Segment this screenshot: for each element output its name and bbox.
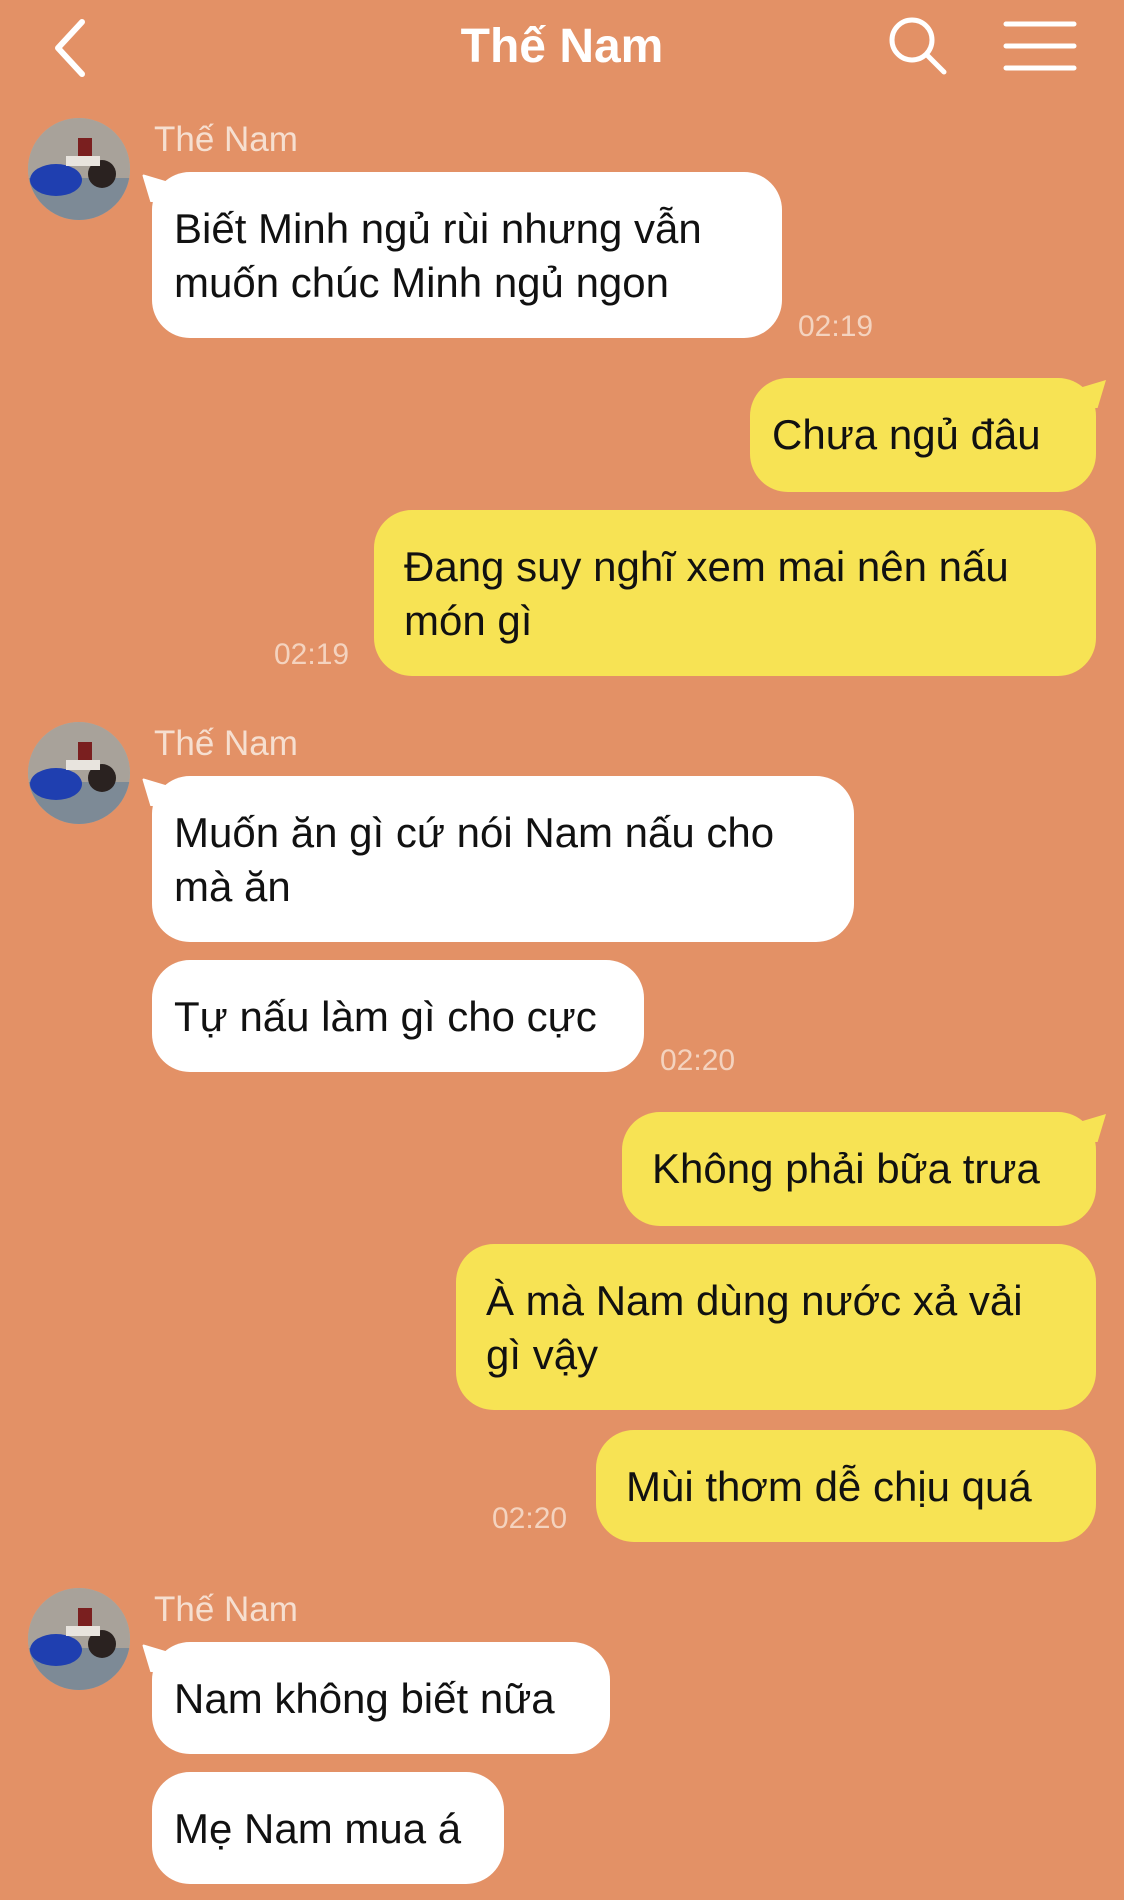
message-bubble-incoming[interactable]: Nam không biết nữa xyxy=(152,1642,610,1754)
avatar[interactable] xyxy=(28,118,130,220)
search-button[interactable] xyxy=(886,14,950,78)
avatar[interactable] xyxy=(28,1588,130,1690)
menu-button[interactable] xyxy=(1000,14,1080,78)
message-time: 02:19 xyxy=(798,310,874,343)
avatar-photo xyxy=(28,1588,130,1690)
avatar-photo xyxy=(28,118,130,220)
avatar[interactable] xyxy=(28,722,130,824)
message-bubble-outgoing[interactable]: Chưa ngủ đâu xyxy=(750,378,1096,492)
message-bubble-outgoing[interactable]: Đang suy nghĩ xem mai nên nấu món gì xyxy=(374,510,1096,676)
sender-name: Thế Nam xyxy=(154,1590,298,1629)
search-icon xyxy=(889,17,947,75)
message-bubble-incoming[interactable]: Mẹ Nam mua á xyxy=(152,1772,504,1884)
message-time: 02:19 xyxy=(274,638,350,671)
chat-title: Thế Nam xyxy=(460,20,664,73)
message-bubble-outgoing[interactable]: À mà Nam dùng nước xả vải gì vậy xyxy=(456,1244,1096,1410)
message-bubble-incoming[interactable]: Muốn ăn gì cứ nói Nam nấu cho mà ăn xyxy=(152,776,854,942)
message-time: 02:20 xyxy=(492,1502,568,1535)
sender-name: Thế Nam xyxy=(154,724,298,763)
message-bubble-incoming[interactable]: Biết Minh ngủ rùi nhưng vẫn muốn chúc Mi… xyxy=(152,172,782,338)
message-bubble-outgoing[interactable]: Mùi thơm dễ chịu quá xyxy=(596,1430,1096,1542)
message-time: 02:20 xyxy=(660,1044,736,1077)
message-bubble-outgoing[interactable]: Không phải bữa trưa xyxy=(622,1112,1096,1226)
message-bubble-incoming[interactable]: Tự nấu làm gì cho cực xyxy=(152,960,644,1072)
chat-header: Thế Nam xyxy=(0,0,1124,96)
menu-icon xyxy=(1003,21,1077,71)
sender-name: Thế Nam xyxy=(154,120,298,159)
avatar-photo xyxy=(28,722,130,824)
